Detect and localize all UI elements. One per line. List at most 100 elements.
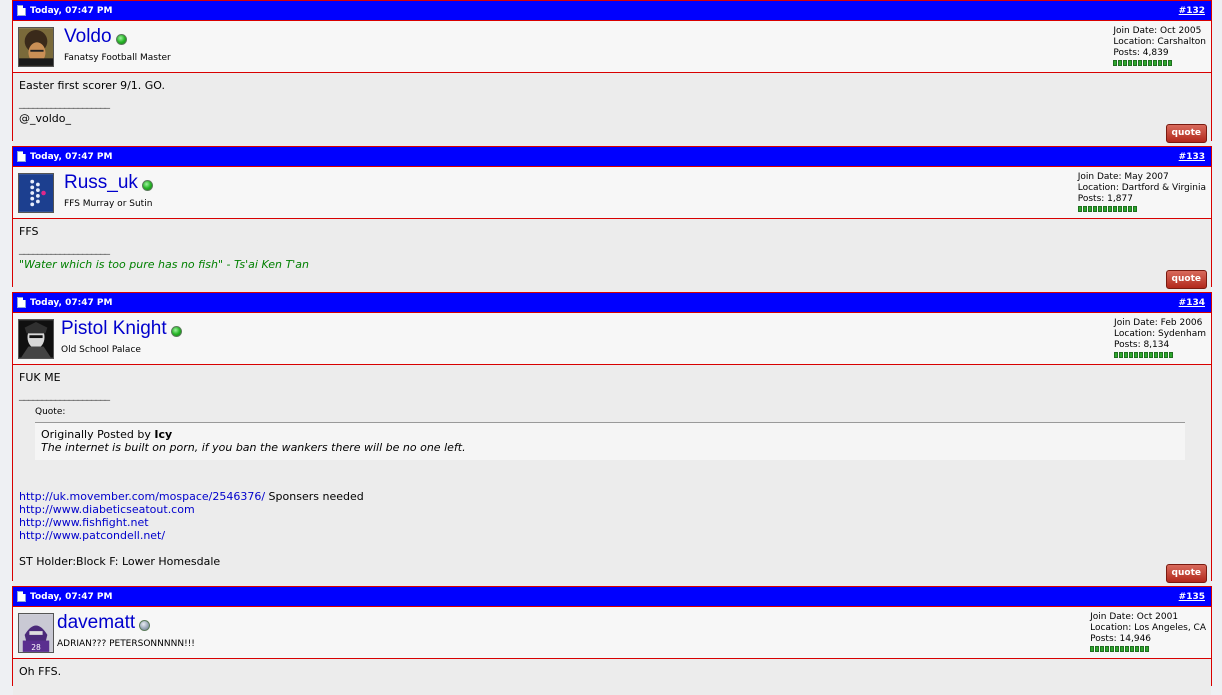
quote-label: Quote: bbox=[35, 407, 66, 417]
join-date: Join Date: Feb 2006 bbox=[1114, 318, 1203, 328]
reputation-bar bbox=[1113, 60, 1206, 66]
avatar[interactable]: 28 bbox=[18, 613, 54, 653]
post-body: FUK ME ____________________ Quote: Origi… bbox=[13, 365, 1211, 588]
signature-link-row: http://www.fishfight.net bbox=[19, 516, 1205, 529]
post-header: Today, 07:47 PM #132 bbox=[13, 1, 1211, 21]
avatar[interactable] bbox=[18, 319, 54, 359]
originally-posted-by: Originally Posted by bbox=[41, 428, 151, 441]
location: Location: Carshalton bbox=[1113, 37, 1206, 47]
reputation-pip bbox=[1107, 206, 1112, 212]
reputation-pip bbox=[1127, 206, 1132, 212]
post-date: Today, 07:47 PM bbox=[30, 151, 113, 162]
reputation-pip bbox=[1159, 352, 1164, 358]
reputation-pip bbox=[1123, 60, 1128, 66]
post-134: Today, 07:47 PM #134 Pistol Knight Old S… bbox=[12, 292, 1212, 588]
post-header: Today, 07:47 PM #135 bbox=[13, 587, 1211, 607]
signature-divider: ____________________ bbox=[19, 96, 110, 109]
post-number-link[interactable]: #132 bbox=[1179, 6, 1205, 16]
post-135: Today, 07:47 PM #135 28 davematt ADRIAN?… bbox=[12, 586, 1212, 695]
post-message: Easter first scorer 9/1. GO. bbox=[19, 79, 166, 92]
user-stats: Join Date: Feb 2006 Location: Sydenham P… bbox=[1114, 318, 1206, 358]
post-number-link[interactable]: #133 bbox=[1179, 152, 1205, 162]
post-date: Today, 07:47 PM bbox=[30, 591, 113, 602]
reputation-pip bbox=[1114, 352, 1119, 358]
join-date: Join Date: May 2007 bbox=[1077, 172, 1169, 182]
post-header: Today, 07:47 PM #133 bbox=[13, 147, 1211, 167]
reputation-pip bbox=[1153, 60, 1158, 66]
diabeticseatout-link[interactable]: http://www.diabeticseatout.com bbox=[19, 503, 195, 516]
user-info: Russ_uk FFS Murray or Sutin Join Date: M… bbox=[13, 167, 1211, 219]
reputation-pip bbox=[1097, 206, 1102, 212]
username-link[interactable]: Pistol Knight bbox=[61, 318, 167, 340]
post-132: Today, 07:47 PM #132 Voldo Fanatsy Footb… bbox=[12, 0, 1212, 148]
link-suffix: Sponsers needed bbox=[265, 490, 364, 503]
reputation-pip bbox=[1115, 646, 1120, 652]
reputation-pip bbox=[1169, 352, 1174, 358]
post-count: Posts: 14,946 bbox=[1090, 634, 1152, 644]
reputation-pip bbox=[1118, 60, 1123, 66]
signature: @_voldo_ bbox=[19, 112, 72, 125]
quote-button[interactable]: quote bbox=[1165, 270, 1207, 289]
username-link[interactable]: Voldo bbox=[64, 26, 112, 48]
user-title: Fanatsy Football Master bbox=[64, 53, 171, 63]
post-number-link[interactable]: #135 bbox=[1179, 592, 1205, 602]
reputation-pip bbox=[1158, 60, 1163, 66]
patcondell-link[interactable]: http://www.patcondell.net/ bbox=[19, 529, 165, 542]
post-message: Oh FFS. bbox=[19, 665, 62, 678]
quote-button[interactable]: quote bbox=[1165, 564, 1207, 583]
user-info: 28 davematt ADRIAN??? PETERSONNNNN!!! Jo… bbox=[13, 607, 1211, 659]
reputation-pip bbox=[1120, 646, 1125, 652]
reputation-pip bbox=[1133, 60, 1138, 66]
user-title: ADRIAN??? PETERSONNNNN!!! bbox=[57, 639, 195, 649]
post-date: Today, 07:47 PM bbox=[30, 5, 113, 16]
post-number-link[interactable]: #134 bbox=[1179, 298, 1205, 308]
avatar[interactable] bbox=[18, 173, 54, 213]
reputation-pip bbox=[1164, 352, 1169, 358]
reputation-bar bbox=[1090, 646, 1206, 652]
reputation-pip bbox=[1110, 646, 1115, 652]
reputation-pip bbox=[1145, 646, 1150, 652]
reputation-pip bbox=[1154, 352, 1159, 358]
post-133: Today, 07:47 PM #133 Russ_uk FFS Murray … bbox=[12, 146, 1212, 294]
post-page-icon bbox=[17, 297, 26, 308]
reputation-pip bbox=[1138, 60, 1143, 66]
svg-text:28: 28 bbox=[31, 643, 41, 652]
quote-button[interactable]: quote bbox=[1165, 124, 1207, 143]
location: Location: Sydenham bbox=[1114, 329, 1206, 339]
reputation-pip bbox=[1130, 646, 1135, 652]
offline-status-icon bbox=[139, 619, 151, 631]
reputation-pip bbox=[1090, 646, 1095, 652]
reputation-pip bbox=[1119, 352, 1124, 358]
user-info: Pistol Knight Old School Palace Join Dat… bbox=[13, 313, 1211, 365]
reputation-pip bbox=[1168, 60, 1173, 66]
reputation-pip bbox=[1082, 206, 1087, 212]
reputation-pip bbox=[1117, 206, 1122, 212]
fishfight-link[interactable]: http://www.fishfight.net bbox=[19, 516, 149, 529]
reputation-pip bbox=[1095, 646, 1100, 652]
reputation-pip bbox=[1087, 206, 1092, 212]
user-title: FFS Murray or Sutin bbox=[64, 199, 153, 209]
reputation-pip bbox=[1135, 646, 1140, 652]
user-stats: Join Date: Oct 2001 Location: Los Angele… bbox=[1090, 612, 1206, 652]
movember-link[interactable]: http://uk.movember.com/mospace/2546376/ bbox=[19, 490, 265, 503]
post-count: Posts: 1,877 bbox=[1077, 194, 1133, 204]
reputation-pip bbox=[1144, 352, 1149, 358]
online-status-icon bbox=[170, 325, 182, 337]
reputation-pip bbox=[1134, 352, 1139, 358]
post-message: FFS bbox=[19, 225, 39, 238]
quoted-post: Originally Posted by Icy The internet is… bbox=[35, 422, 1185, 460]
signature-link-row: http://www.patcondell.net/ bbox=[19, 529, 1205, 542]
quote-attribution: Originally Posted by Icy bbox=[41, 428, 1179, 441]
avatar[interactable] bbox=[18, 27, 54, 67]
post-message: FUK ME bbox=[19, 371, 61, 384]
reputation-pip bbox=[1113, 60, 1118, 66]
post-count: Posts: 4,839 bbox=[1113, 48, 1169, 58]
reputation-pip bbox=[1125, 646, 1130, 652]
username-link[interactable]: davematt bbox=[57, 612, 135, 634]
reputation-pip bbox=[1077, 206, 1082, 212]
online-status-icon bbox=[115, 33, 127, 45]
location: Location: Los Angeles, CA bbox=[1090, 623, 1206, 633]
join-date: Join Date: Oct 2001 bbox=[1090, 612, 1179, 622]
username-link[interactable]: Russ_uk bbox=[64, 172, 138, 194]
reputation-pip bbox=[1163, 60, 1168, 66]
